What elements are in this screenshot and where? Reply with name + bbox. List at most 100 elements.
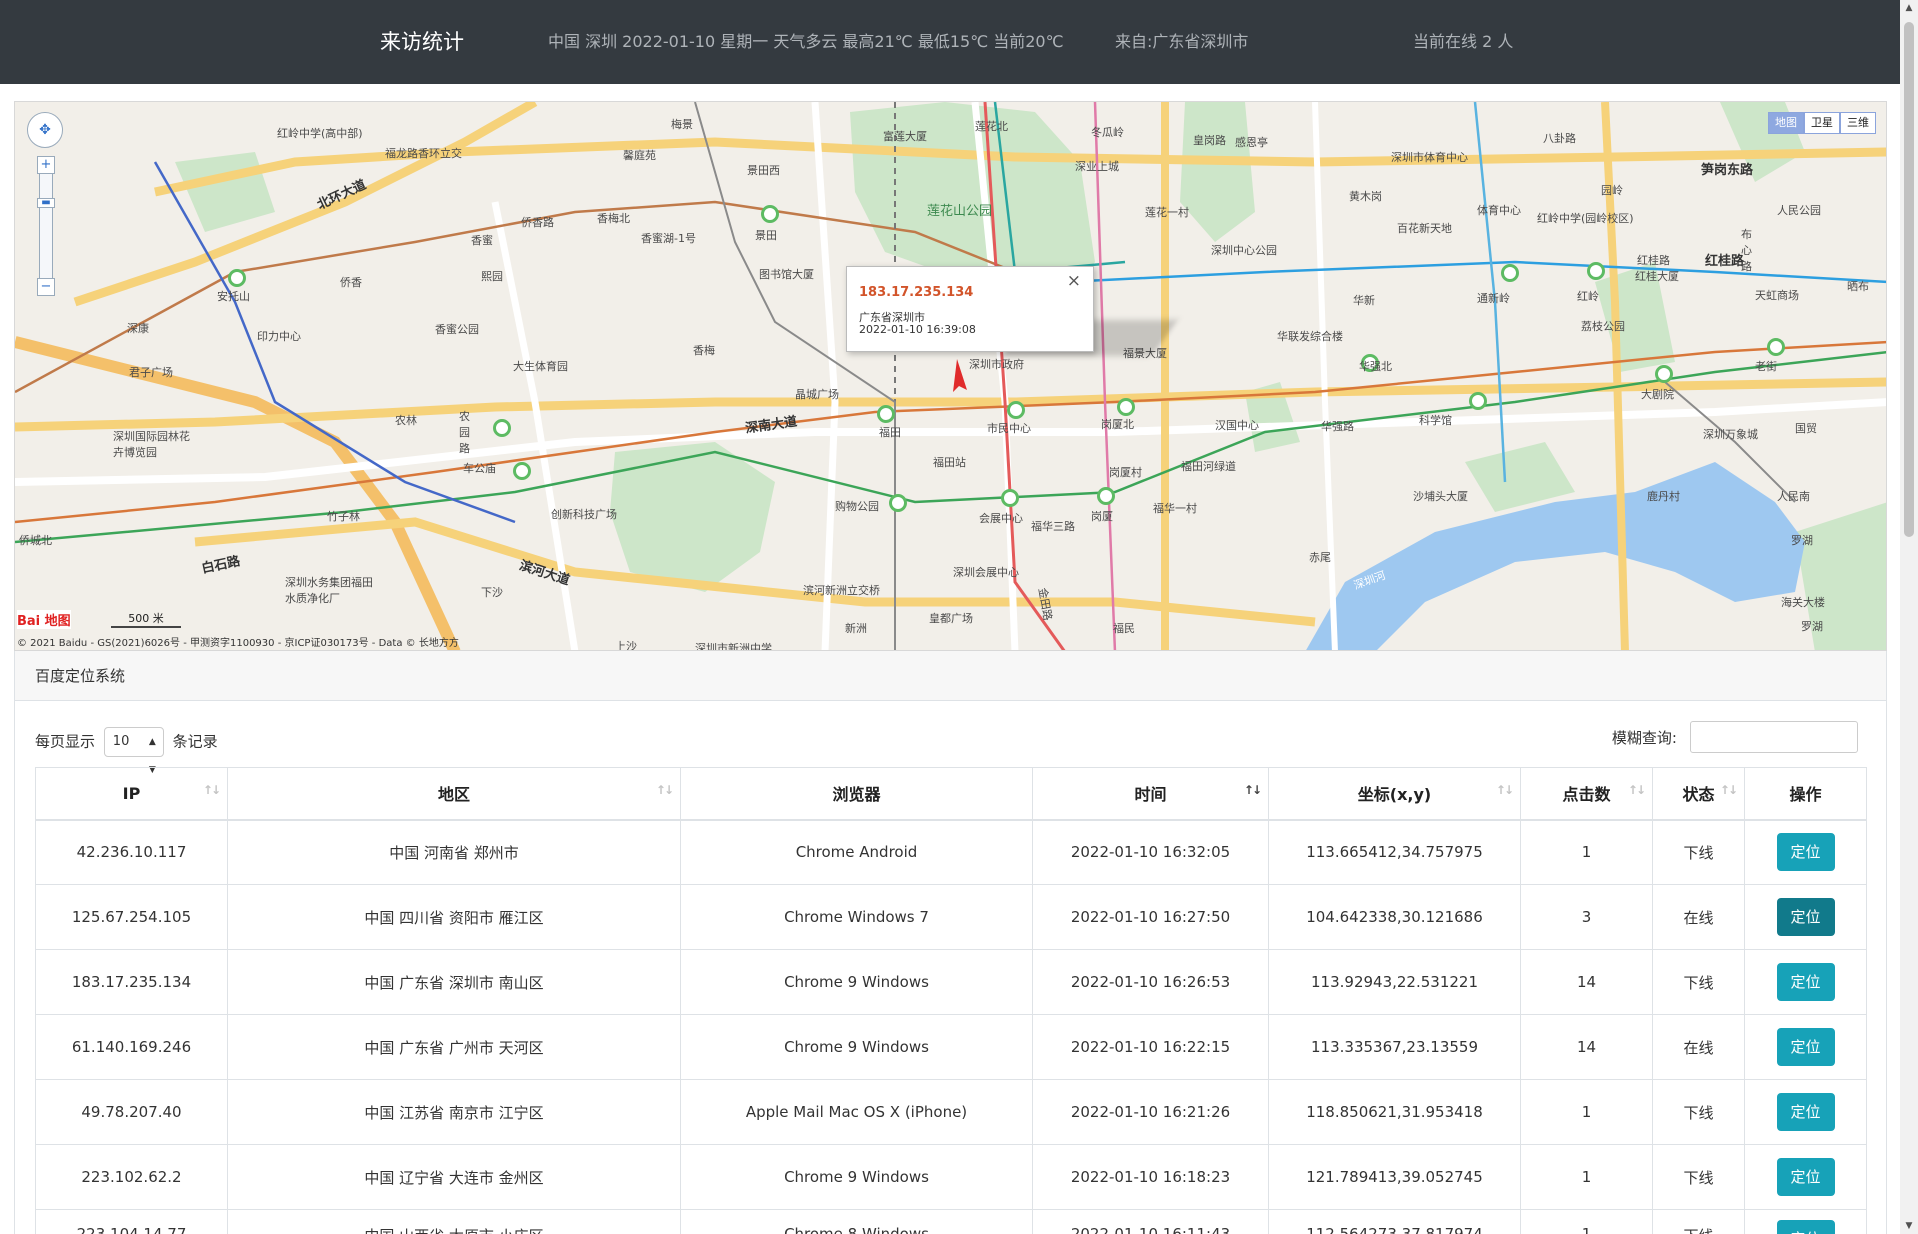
column-header-time[interactable]: 时间 ↑↓ [1032, 767, 1269, 821]
zoom-in-icon[interactable]: + [37, 156, 55, 174]
navbar-brand[interactable]: 来访统计 [380, 0, 464, 84]
map-label: 笋岗东路 [1701, 163, 1754, 178]
map-label: 深康 [127, 322, 149, 335]
map-label: 福田 [879, 426, 901, 439]
column-header-region[interactable]: 地区 ↑↓ [227, 767, 681, 821]
map-label: 深圳水务集团福田水质净化厂 [285, 576, 373, 605]
map-label: 华强北 [1359, 360, 1392, 373]
cell-coords: 113.92943,22.531221 [1268, 949, 1521, 1015]
cell-ip: 42.236.10.117 [35, 819, 228, 885]
page-scrollbar[interactable]: ▲ ▼ [1900, 0, 1918, 1234]
map-label: 荔枝公园 [1581, 320, 1625, 333]
zoom-handle[interactable]: ▬ [37, 198, 55, 208]
cell-status: 下线 [1652, 949, 1745, 1015]
location-panel: 百度定位系统 每页显示 10 ▲ ▼ 条记录 模糊查询: IP ↑↓ 地区 ↑↓ 浏览… [14, 651, 1887, 1234]
map-label: 安托山 [217, 290, 250, 303]
map-label: 侨城北 [19, 534, 52, 547]
map-label: 罗湖 [1801, 620, 1823, 633]
map-zoom-slider[interactable] [39, 162, 53, 292]
zoom-out-icon[interactable]: − [37, 278, 55, 296]
map-label: 农林 [395, 414, 417, 427]
map-label: 岗厦北 [1101, 418, 1134, 431]
baidu-map[interactable]: 红岭中学(高中部) 福龙路香环立交 梅景 馨庭苑 景田西 富莲大厦 莲花北 冬瓜… [14, 101, 1887, 651]
map-label: 新洲 [845, 622, 867, 635]
cell-clicks: 14 [1520, 1014, 1653, 1080]
locate-button[interactable]: 定位 [1776, 1028, 1835, 1066]
locate-button[interactable]: 定位 [1776, 1093, 1835, 1131]
map-label: 滨河新洲立交桥 [803, 584, 880, 597]
column-header-ip[interactable]: IP ↑↓ [35, 767, 228, 821]
map-label: 景田西 [747, 164, 780, 177]
cell-clicks: 3 [1520, 884, 1653, 950]
cell-ip: 49.78.207.40 [35, 1079, 228, 1145]
locate-button[interactable]: 定位 [1776, 1220, 1835, 1234]
cell-region: 中国 广东省 深圳市 南山区 [227, 949, 681, 1015]
metro-station-icon [1587, 262, 1605, 280]
map-label: 深圳市政府 [969, 358, 1024, 371]
column-header-coords[interactable]: 坐标(x,y) ↑↓ [1268, 767, 1521, 821]
metro-station-icon [761, 205, 779, 223]
map-label: 深圳市体育中心 [1391, 151, 1468, 164]
column-header-clicks[interactable]: 点击数 ↑↓ [1520, 767, 1653, 821]
map-type-satellite[interactable]: 卫星 [1804, 112, 1840, 134]
locate-button[interactable]: 定位 [1776, 1158, 1835, 1196]
map-label: 深圳会展中心 [953, 566, 1019, 579]
table-row: 49.78.207.40 中国 江苏省 南京市 江宁区 Apple Mail M… [35, 1079, 1867, 1145]
map-label: 香蜜湖-1号 [641, 232, 696, 245]
map-label: 国贸 [1795, 422, 1817, 435]
map-label: 八卦路 [1543, 132, 1576, 145]
map-label: 香梅北 [597, 212, 630, 225]
cell-region: 中国 广东省 广州市 天河区 [227, 1014, 681, 1080]
search-input[interactable] [1690, 721, 1858, 753]
scrollbar-thumb[interactable] [1904, 22, 1914, 537]
locate-button[interactable]: 定位 [1776, 898, 1835, 936]
column-header-browser[interactable]: 浏览器 [680, 767, 1033, 821]
cell-action: 定位 [1744, 819, 1867, 885]
cell-status: 在线 [1652, 1014, 1745, 1080]
table-row: 223.102.62.2 中国 辽宁省 大连市 金州区 Chrome 9 Win… [35, 1144, 1867, 1210]
map-type-3d[interactable]: 三维 [1840, 112, 1876, 134]
cell-status: 下线 [1652, 1144, 1745, 1210]
cell-ip: 125.67.254.105 [35, 884, 228, 950]
popup-ip: 183.17.235.134 [859, 285, 974, 300]
map-label: 莲花一村 [1145, 206, 1189, 219]
locate-button[interactable]: 定位 [1776, 963, 1835, 1001]
map-label: 深圳市新洲中学 [695, 642, 772, 651]
cell-browser: Chrome 9 Windows [680, 949, 1033, 1015]
map-label: 车公庙 [463, 462, 496, 475]
scroll-down-arrow-icon[interactable]: ▼ [1900, 1218, 1918, 1234]
sort-icon: ↑↓ [202, 783, 221, 797]
header-label: 坐标(x,y) [1357, 785, 1432, 805]
search-label: 模糊查询: [1611, 728, 1677, 747]
column-header-status[interactable]: 状态 ↑↓ [1652, 767, 1745, 821]
cell-region: 中国 四川省 资阳市 雁江区 [227, 884, 681, 950]
table-header-row: IP ↑↓ 地区 ↑↓ 浏览器 时间 ↑↓ 坐标(x,y) ↑↓ 点击数 ↑↓ 状态 ↑↓ … [35, 767, 1867, 821]
map-type-normal[interactable]: 地图 [1768, 112, 1804, 134]
panel-title: 百度定位系统 [35, 667, 126, 685]
cell-time: 2022-01-10 16:21:26 [1032, 1079, 1269, 1145]
scroll-up-arrow-icon[interactable]: ▲ [1900, 0, 1918, 16]
map-label: 晶城广场 [795, 388, 839, 401]
map-pan-control[interactable]: ✥ [27, 112, 63, 148]
locate-button[interactable]: 定位 [1776, 833, 1835, 872]
cell-coords: 121.789413,39.052745 [1268, 1144, 1521, 1210]
metro-station-icon [1117, 398, 1135, 416]
cell-clicks: 1 [1520, 1144, 1653, 1210]
close-icon[interactable]: × [1067, 271, 1081, 291]
map-label: 大生体育园 [513, 360, 568, 373]
map-label: 图书馆大厦 [759, 268, 814, 281]
cell-browser: Chrome 9 Windows [680, 1144, 1033, 1210]
map-label: 冬瓜岭 [1091, 126, 1124, 139]
metro-station-icon [889, 494, 907, 512]
map-label: 黄木岗 [1349, 190, 1382, 203]
map-label: 岗厦 [1091, 510, 1113, 523]
map-label: 皇岗路 [1193, 134, 1226, 147]
cell-ip: 223.102.62.2 [35, 1144, 228, 1210]
page-length-select[interactable]: 10 ▲ ▼ [103, 727, 164, 775]
cell-ip: 183.17.235.134 [35, 949, 228, 1015]
map-label: 人民南 [1777, 490, 1810, 503]
cell-action: 定位 [1744, 1209, 1867, 1234]
map-label: 侨香路 [521, 216, 554, 229]
metro-station-icon [1767, 338, 1785, 356]
cell-region: 中国 江苏省 南京市 江宁区 [227, 1079, 681, 1145]
